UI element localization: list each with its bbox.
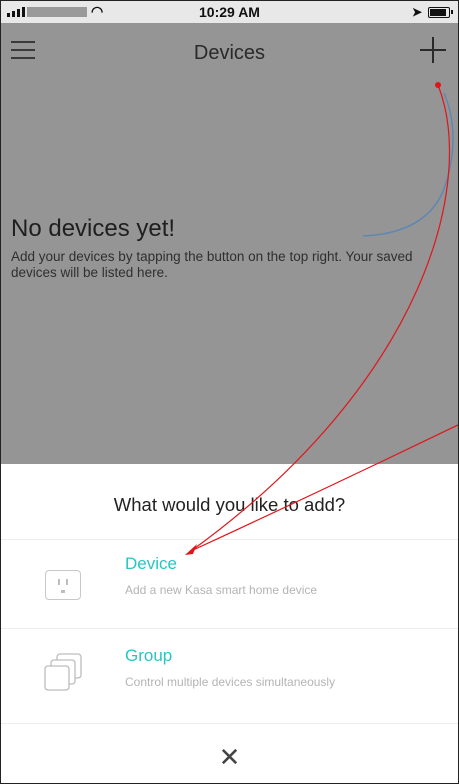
nav-bar: Devices	[1, 23, 458, 85]
close-icon[interactable]: ✕	[1, 742, 458, 773]
sheet-title: What would you like to add?	[113, 494, 346, 515]
status-bar: ◠ 10:29 AM ➤	[1, 1, 458, 23]
phone-screen: ◠ 10:29 AM ➤ Devices No devices yet! Add…	[0, 0, 459, 784]
add-button[interactable]	[420, 37, 446, 63]
add-group-option[interactable]: Group Control multiple devices simultane…	[1, 632, 458, 724]
outlet-icon	[45, 570, 81, 600]
stacked-squares-icon	[44, 653, 82, 691]
status-time: 10:29 AM	[199, 4, 260, 20]
group-option-description: Control multiple devices simultaneously	[125, 675, 336, 689]
status-right: ➤	[411, 5, 453, 19]
devices-screen-dimmed: Devices No devices yet! Add your devices…	[1, 23, 458, 464]
divider	[1, 628, 458, 629]
device-option-description: Add a new Kasa smart home device	[125, 583, 318, 597]
add-device-option[interactable]: Device Add a new Kasa smart home device	[1, 540, 458, 632]
device-option-label: Device	[125, 554, 177, 573]
empty-state-title: No devices yet!	[11, 215, 176, 242]
page-title: Devices	[193, 42, 266, 64]
location-icon: ➤	[411, 5, 422, 19]
group-option-label: Group	[125, 646, 173, 665]
hint-arc-icon	[362, 93, 454, 237]
empty-state-subtitle: Add your devices by tapping the button o…	[11, 249, 413, 280]
battery-icon	[428, 6, 453, 18]
divider	[1, 723, 458, 724]
add-bottom-sheet: What would you like to add? Device Add a…	[1, 464, 458, 783]
